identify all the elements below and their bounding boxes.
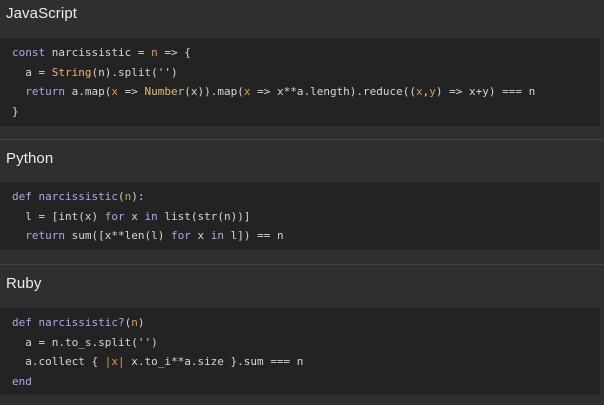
code-token: return: [25, 85, 65, 98]
code-token: String: [51, 65, 92, 79]
code-line: }: [12, 102, 600, 122]
code-token: ):: [131, 190, 145, 203]
code-token: =>: [117, 85, 145, 98]
code-line: end: [12, 372, 600, 392]
code-line: a = n.to_s.split(''): [12, 333, 600, 353]
code-line: l = [int(x) for x in list(str(n))]: [12, 207, 600, 227]
code-token: list(str(n))]: [157, 209, 251, 223]
code-token: x: [111, 85, 118, 98]
section-python: Python def narcissistic(n): l = [int(x) …: [0, 138, 604, 263]
code-token: x.to_i**a.size }.sum === n: [124, 355, 304, 368]
code-token: a.map(: [65, 85, 112, 98]
code-token: }: [12, 104, 19, 118]
code-token: ) => x+y) === n: [435, 85, 536, 98]
code-token: Number: [144, 85, 185, 98]
code-line: return a.map(x => Number(x)).map(x => x*…: [12, 82, 600, 102]
code-block[interactable]: def narcissistic?(n) a = n.to_s.split(''…: [0, 308, 600, 395]
section-title: Python: [6, 150, 54, 167]
code-line: def narcissistic?(n): [12, 313, 600, 333]
code-token: (n).split(''): [91, 65, 178, 79]
code-token: a.collect {: [12, 355, 105, 368]
code-line: a = String(n).split(''): [12, 63, 600, 83]
code-token: const: [12, 46, 52, 59]
code-token: n: [151, 46, 158, 59]
code-line: return sum([x**len(l) for x in l]) == n: [12, 226, 600, 246]
section-title: JavaScript: [6, 5, 78, 22]
code-token: => {: [157, 46, 191, 59]
code-token: |x|: [104, 355, 125, 368]
code-line: const narcissistic = n => {: [12, 43, 600, 63]
code-token: ): [137, 316, 145, 329]
code-block[interactable]: def narcissistic(n): l = [int(x) for x i…: [0, 182, 600, 250]
code-token: return: [25, 229, 65, 242]
code-token: a =: [12, 65, 52, 79]
code-token: n: [131, 316, 138, 329]
code-token: x: [190, 229, 211, 242]
code-token: (: [117, 190, 125, 203]
code-token: sum([x**len(l): [65, 229, 171, 242]
code-token: def: [12, 316, 39, 329]
code-token: x: [124, 209, 145, 223]
code-token: x: [416, 85, 423, 98]
code-token: in: [210, 229, 224, 242]
code-token: in: [144, 209, 158, 223]
code-token: (x)).map(: [184, 85, 244, 98]
code-token: a = n.to_s.split(''): [12, 335, 158, 349]
code-line: def narcissistic(n):: [12, 187, 600, 207]
code-token: for: [170, 229, 191, 242]
code-token: for: [104, 209, 125, 223]
code-token: narcissistic: [38, 190, 118, 203]
code-token: => x**a.length).reduce((: [250, 85, 417, 98]
code-token: l = [int(x): [12, 209, 105, 223]
section-ruby: Ruby def narcissistic?(n) a = n.to_s.spl…: [0, 263, 604, 405]
code-token: narcissistic =: [51, 46, 152, 59]
code-token: def: [12, 190, 39, 203]
code-block[interactable]: const narcissistic = n => { a = String(n…: [0, 38, 600, 126]
code-token: narcissistic?: [38, 316, 125, 329]
code-token: l]) == n: [223, 229, 284, 242]
section-javascript: JavaScript const narcissistic = n => { a…: [0, 0, 604, 138]
code-token: y: [429, 85, 436, 98]
section-title: Ruby: [6, 275, 42, 292]
code-line: a.collect { |x| x.to_i**a.size }.sum ===…: [12, 352, 600, 372]
code-token: end: [12, 374, 32, 388]
